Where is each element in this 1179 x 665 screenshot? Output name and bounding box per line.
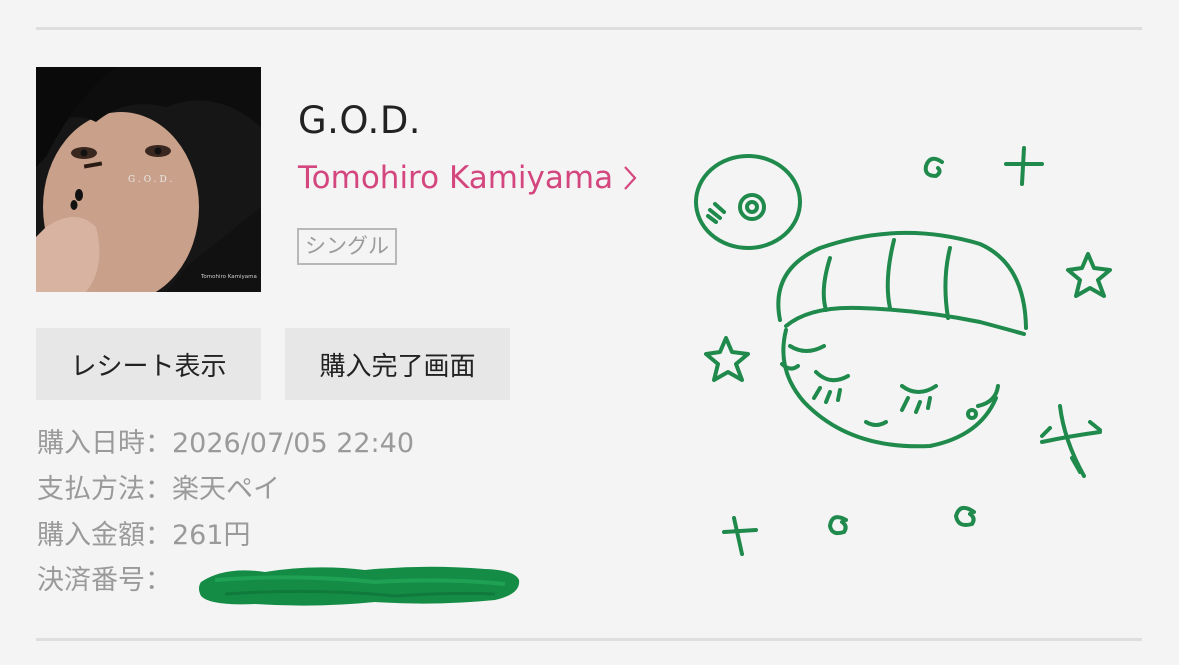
artist-link[interactable]: Tomohiro Kamiyama	[298, 160, 637, 196]
purchase-datetime: 購入日時：2026/07/05 22:40	[37, 428, 415, 459]
hand-drawn-doodle	[694, 146, 1112, 556]
top-divider	[36, 27, 1142, 30]
purchase-complete-button[interactable]: 購入完了画面	[285, 328, 510, 400]
transaction-number-label: 決済番号：	[37, 565, 172, 596]
item-title: G.O.D.	[298, 99, 422, 142]
payment-method: 支払方法：楽天ペイ	[37, 474, 280, 505]
bottom-divider	[36, 638, 1142, 641]
purchase-amount: 購入金額：261円	[37, 520, 251, 551]
redaction-scribble	[199, 566, 520, 606]
chevron-right-icon[interactable]	[623, 165, 637, 191]
cover-title-text: G.O.D.	[128, 175, 176, 185]
cover-artist-text: Tomohiro Kamiyama	[201, 274, 257, 280]
type-badge: シングル	[297, 228, 397, 265]
receipt-button[interactable]: レシート表示	[36, 328, 261, 400]
album-cover[interactable]: G.O.D. Tomohiro Kamiyama	[36, 67, 261, 292]
artist-name[interactable]: Tomohiro Kamiyama	[298, 160, 613, 196]
